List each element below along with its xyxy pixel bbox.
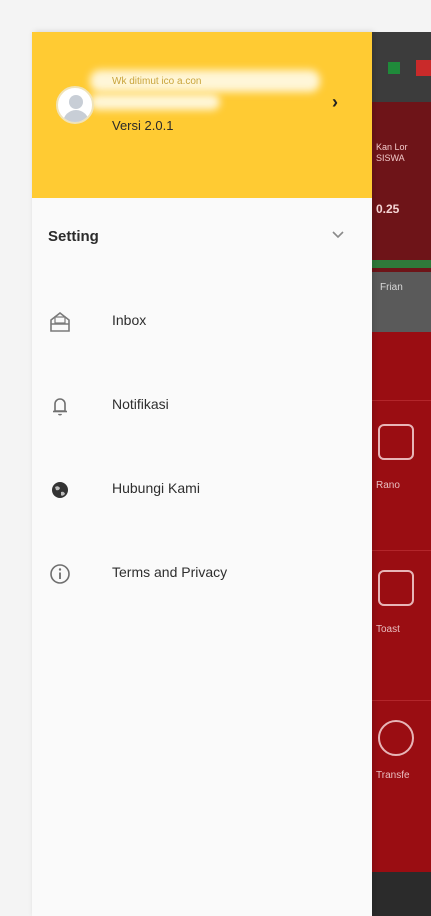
avatar-head-shape: [69, 95, 83, 109]
settings-title: Setting: [48, 228, 99, 245]
globe-icon: [52, 482, 68, 498]
menu-item-label: Notifikasi: [112, 396, 169, 412]
background-banner-text: Kan Lor SISWA: [376, 142, 408, 163]
background-tile-label: Toast: [376, 624, 400, 635]
menu-item-inbox[interactable]: Inbox: [32, 294, 372, 350]
background-green-square-icon: [388, 62, 400, 74]
background-green-bar: [372, 260, 431, 268]
background-bottom-bar: [372, 872, 431, 916]
inbox-icon: [50, 311, 70, 332]
background-tile-label: Rano: [376, 480, 400, 491]
menu-item-label: Hubungi Kami: [112, 480, 200, 496]
bell-icon: [53, 398, 67, 416]
app-version: Versi 2.0.1: [112, 118, 174, 133]
background-chat-icon: [378, 570, 414, 606]
background-transfer-icon: [378, 720, 414, 756]
menu-item-terms-privacy[interactable]: Terms and Privacy: [32, 546, 372, 602]
avatar-body-shape: [63, 110, 89, 122]
settings-section-header[interactable]: Setting: [32, 216, 372, 260]
background-tile-label: Transfe: [376, 770, 410, 781]
background-app-topbar: [372, 32, 431, 102]
background-user-icon: [378, 424, 414, 460]
blurred-email-overlay: [90, 94, 220, 110]
info-icon: [50, 564, 70, 584]
avatar[interactable]: [56, 86, 94, 124]
chevron-down-icon[interactable]: [330, 226, 346, 242]
background-strip: [372, 272, 431, 332]
navigation-drawer: Wk ditimut ico a.con Versi 2.0.1 › Setti…: [32, 32, 372, 916]
background-app: Kan Lor SISWA 0.25 Frian Rano Toast Tran…: [372, 32, 431, 916]
menu-item-label: Terms and Privacy: [112, 564, 228, 580]
menu-item-contact-us[interactable]: Hubungi Kami: [32, 462, 372, 518]
background-tile: [372, 400, 431, 550]
menu-item-label: Inbox: [112, 312, 147, 328]
background-red-square-icon: [416, 60, 431, 76]
user-name: Wk ditimut ico a.con: [112, 76, 202, 87]
background-banner-number: 0.25: [376, 202, 400, 216]
background-strip-text: Frian: [380, 282, 403, 293]
chevron-right-icon[interactable]: ›: [332, 92, 348, 112]
profile-header[interactable]: Wk ditimut ico a.con Versi 2.0.1 ›: [32, 32, 372, 198]
menu-item-notifications[interactable]: Notifikasi: [32, 378, 372, 434]
